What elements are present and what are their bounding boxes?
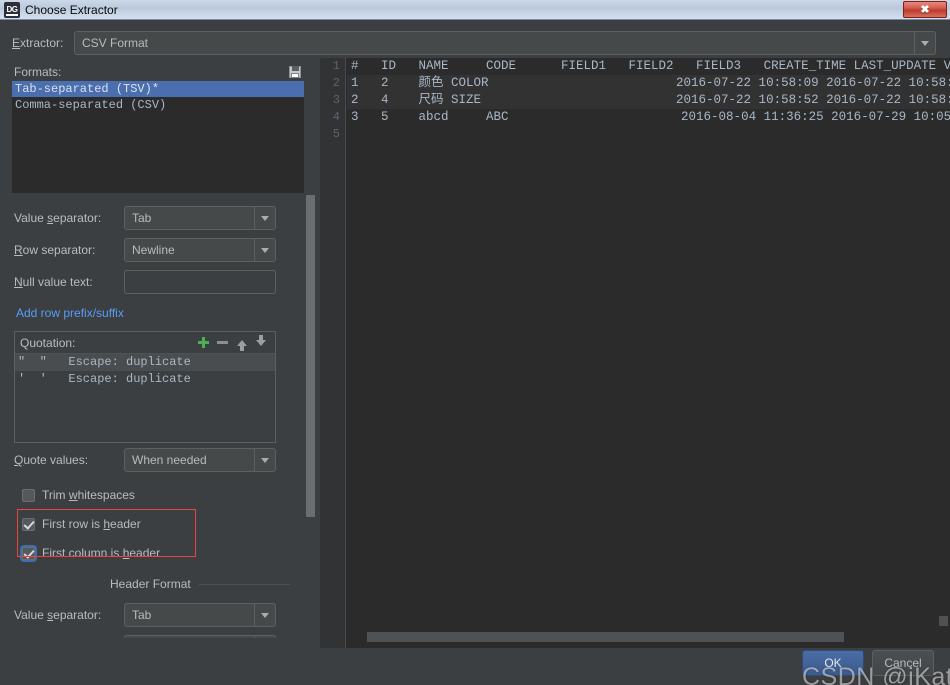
minus-icon — [217, 341, 228, 344]
quote-values-combo[interactable]: When needed — [124, 448, 276, 472]
chevron-down-icon — [261, 247, 269, 253]
ok-button-label: OK — [824, 656, 842, 670]
checkbox-box — [22, 517, 35, 531]
quotation-list[interactable]: " " Escape: duplicate ' ' Escape: duplic… — [15, 353, 275, 442]
choose-extractor-dialog: DG Choose Extractor ✖ Extractor: CSV For… — [0, 0, 950, 685]
row-separator-combo[interactable]: Newline — [124, 238, 276, 262]
header-value-separator-row: Value separator: Tab — [14, 603, 276, 627]
preview-line-row: 2 4 尺码 SIZE 2016-07-22 10:58:52 2016-07-… — [347, 92, 950, 109]
value-separator-combo[interactable]: Tab — [124, 206, 276, 230]
save-icon[interactable] — [288, 65, 302, 79]
preview-text-area[interactable]: # ID NAME CODE FIELD1 FIELD2 FIELD3 CREA… — [347, 58, 950, 648]
null-value-text-row: Null value text: — [14, 270, 276, 294]
quotation-label: Quotation: — [20, 335, 76, 350]
close-button[interactable]: ✖ — [903, 1, 947, 18]
formats-list[interactable]: Tab-separated (TSV)* Comma-separated (CS… — [12, 81, 304, 193]
preview-hscrollbar-track[interactable] — [348, 632, 948, 642]
quote-values-row: Quote values: When needed — [14, 448, 276, 472]
preview-pane: 1 2 3 4 5 # ID NAME CODE FIELD1 FIELD2 F… — [320, 58, 950, 648]
extractor-combo[interactable]: CSV Format — [74, 31, 936, 55]
cancel-button-label: Cancel — [884, 656, 922, 670]
separator-line — [198, 583, 290, 585]
chevron-down-icon — [261, 215, 269, 221]
settings-scrollbar-track[interactable] — [306, 195, 315, 638]
value-separator-value: Tab — [132, 211, 152, 225]
header-format-label: Header Format — [110, 577, 191, 591]
chevron-down-icon — [261, 612, 269, 618]
line-number: 4 — [332, 110, 340, 124]
header-format-separator: Header Format — [110, 577, 290, 591]
line-number-gutter: 1 2 3 4 5 — [320, 58, 346, 648]
format-item-tsv[interactable]: Tab-separated (TSV)* — [12, 81, 304, 97]
quotation-item-double[interactable]: " " Escape: duplicate — [15, 354, 275, 371]
row-separator-row: Row separator: Newline — [14, 238, 276, 262]
trim-whitespaces-label: Trim whitespaces — [42, 488, 135, 502]
add-row-prefix-suffix-link[interactable]: Add row prefix/suffix — [16, 306, 124, 320]
chevron-down-icon — [261, 457, 269, 463]
null-value-text-label: Null value text: — [14, 275, 93, 289]
extractor-combo-arrow[interactable] — [914, 32, 935, 54]
extractor-label: Extractor: — [12, 36, 64, 50]
quotation-remove-button[interactable] — [214, 334, 231, 351]
line-number: 5 — [332, 127, 340, 141]
preview-line-row — [347, 126, 950, 143]
formats-label: Formats: — [14, 65, 62, 79]
quotation-header: Quotation: — [15, 332, 275, 353]
extractor-combo-value: CSV Format — [82, 36, 149, 50]
ok-button[interactable]: OK — [802, 650, 864, 676]
header-value-separator-label: Value separator: — [14, 608, 102, 622]
checkbox-box — [22, 546, 35, 560]
line-number: 1 — [332, 59, 340, 73]
first-row-is-header-label: First row is header — [42, 517, 141, 531]
header-value-separator-value: Tab — [132, 608, 152, 622]
row-separator-label: Row separator: — [14, 243, 96, 257]
chevron-down-icon — [921, 40, 929, 46]
preview-line-row: 1 2 颜色 COLOR 2016-07-22 10:58:09 2016-07… — [347, 75, 950, 92]
first-column-is-header-checkbox[interactable]: First column is header — [22, 546, 160, 560]
value-separator-label: Value separator: — [14, 211, 102, 225]
formats-header-row: Formats: — [14, 63, 302, 81]
header-value-separator-combo[interactable]: Tab — [124, 603, 276, 627]
row-separator-value: Newline — [132, 243, 175, 257]
quotation-panel: Quotation: " " Escape: duplicate ' ' Esc… — [14, 331, 276, 443]
quotation-move-up-button[interactable] — [233, 334, 250, 351]
extractor-row: Extractor: CSV Format — [12, 31, 938, 55]
cancel-button[interactable]: Cancel — [872, 650, 934, 676]
dialog-body: Extractor: CSV Format Formats: Tab-separ… — [0, 20, 950, 685]
close-icon: ✖ — [920, 4, 930, 16]
quote-values-label: Quote values: — [14, 453, 89, 467]
settings-scrollbar-thumb[interactable] — [306, 195, 315, 517]
header-row-separator-combo[interactable]: Newline — [124, 635, 276, 638]
line-number: 3 — [332, 93, 340, 107]
arrow-down-icon — [255, 334, 266, 346]
first-column-is-header-label: First column is header — [42, 546, 161, 560]
window-title: Choose Extractor — [25, 2, 118, 17]
quotation-item-single[interactable]: ' ' Escape: duplicate — [15, 371, 275, 388]
preview-line-header: # ID NAME CODE FIELD1 FIELD2 FIELD3 CREA… — [351, 59, 950, 73]
preview-hscrollbar-thumb[interactable] — [367, 632, 844, 642]
quotation-move-down-button[interactable] — [252, 334, 269, 351]
line-number: 2 — [332, 76, 340, 90]
quote-values-value: When needed — [132, 453, 207, 467]
arrow-up-icon — [236, 339, 247, 351]
settings-scroll-panel: Value separator: Tab Row separator: Newl… — [0, 195, 320, 638]
quotation-add-button[interactable] — [195, 334, 212, 351]
preview-line-row: 3 5 abcd ABC 2016-08-04 11:36:25 2016-07… — [351, 110, 950, 124]
app-icon: DG — [4, 1, 20, 18]
value-separator-row: Value separator: Tab — [14, 206, 276, 230]
trim-whitespaces-checkbox[interactable]: Trim whitespaces — [22, 488, 135, 502]
checkbox-box — [22, 488, 35, 502]
title-bar: DG Choose Extractor ✖ — [0, 0, 950, 20]
null-value-text-input[interactable] — [124, 270, 276, 294]
first-row-is-header-checkbox[interactable]: First row is header — [22, 517, 141, 531]
header-row-separator-row: Row separator: Newline — [14, 635, 276, 638]
preview-vscrollbar-thumb[interactable] — [939, 616, 948, 626]
plus-icon — [198, 337, 209, 348]
format-item-csv[interactable]: Comma-separated (CSV) — [12, 97, 304, 113]
